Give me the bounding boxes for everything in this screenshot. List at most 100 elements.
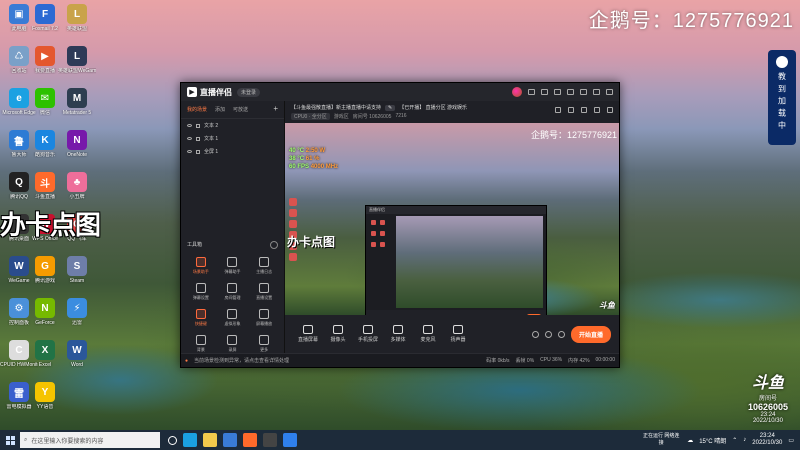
start-button[interactable] bbox=[0, 430, 20, 450]
preview-big-watermark: 办卡点图 bbox=[287, 235, 336, 249]
desktop-icon[interactable]: M Metatrader 5 bbox=[58, 88, 96, 116]
tab-add[interactable]: 添加 bbox=[215, 106, 225, 113]
settings-icon[interactable] bbox=[544, 330, 552, 338]
tool-item[interactable]: 场景助手 bbox=[185, 257, 217, 275]
weather[interactable]: 15°C 晴朗 bbox=[699, 436, 726, 445]
maximize-icon[interactable] bbox=[593, 89, 600, 95]
tool-item[interactable]: 弹幕设置 bbox=[185, 283, 217, 301]
task-view-icon[interactable] bbox=[168, 435, 177, 445]
stream-title[interactable]: 【斗鱼最强散直播】新主播直播中请支持 bbox=[291, 104, 381, 111]
tool-item[interactable]: 直播设置 bbox=[248, 283, 280, 301]
lock-icon[interactable] bbox=[196, 149, 200, 154]
gift-icon[interactable] bbox=[541, 89, 548, 95]
warning-icon: ● bbox=[185, 357, 189, 364]
desktop-icon[interactable]: L 英雄联盟 bbox=[58, 4, 96, 32]
speaker-button[interactable]: 扬声器 bbox=[443, 325, 473, 343]
toolbox-toggle-icon[interactable] bbox=[270, 241, 278, 249]
nested-app-preview: 直播伴侣 bbox=[365, 205, 547, 315]
desktop-icon[interactable]: ⚡ 迅雷 bbox=[58, 298, 96, 326]
category-badge[interactable]: CPU0 · 全分区 bbox=[291, 113, 330, 120]
speaker-icon bbox=[453, 325, 463, 334]
menu-icon[interactable] bbox=[567, 89, 574, 95]
scene-item[interactable]: 文本 2 bbox=[181, 119, 284, 132]
scene-item[interactable]: 文本 1 bbox=[181, 132, 284, 145]
message-icon[interactable] bbox=[528, 89, 535, 95]
cpu-usage: CPU 36% bbox=[540, 357, 563, 363]
control-right: 开始直播 bbox=[531, 325, 611, 343]
logo-date: 2022/10/30 bbox=[752, 418, 783, 424]
desktop-icon[interactable]: S Steam bbox=[58, 256, 96, 284]
tool-item[interactable]: 录屏 bbox=[217, 335, 249, 353]
side-badge[interactable]: 教 到 加 载 中 bbox=[768, 50, 796, 145]
file-explorer-icon[interactable] bbox=[203, 433, 217, 447]
login-badge[interactable]: 未登录 bbox=[237, 87, 261, 97]
desktop-icon[interactable]: N OneNote bbox=[58, 130, 96, 158]
stream-preview[interactable]: 企鹅号：1275776921 40 °C 2:50 W 38 °C 61 % 6… bbox=[285, 123, 619, 315]
clock[interactable]: 23:24 2022/10/30 bbox=[752, 433, 782, 447]
eye-icon[interactable] bbox=[187, 150, 192, 153]
side-badge-icon bbox=[776, 56, 788, 68]
tool-item[interactable]: 弹幕助手 bbox=[217, 257, 249, 275]
app-icon[interactable] bbox=[263, 433, 277, 447]
tab-my-scenes[interactable]: 我的场景 bbox=[187, 106, 207, 113]
share-icon[interactable] bbox=[607, 107, 613, 113]
stat-fps: 60 FPS bbox=[289, 164, 310, 170]
app-titlebar[interactable]: ▶ 直播伴侣 未登录 bbox=[181, 83, 619, 101]
desktop-icon[interactable]: ♣ 小丑牌 bbox=[58, 172, 96, 200]
add-scene-icon[interactable]: + bbox=[273, 105, 278, 113]
desktop-icon-label: YY语音 bbox=[36, 404, 54, 410]
scene-item[interactable]: 全屏 1 bbox=[181, 145, 284, 158]
bell-icon[interactable] bbox=[594, 107, 600, 113]
desktop-icon[interactable]: Y YY语音 bbox=[26, 382, 64, 410]
tool-item[interactable]: 快捷键 bbox=[185, 309, 217, 327]
camera-button[interactable]: 摄像头 bbox=[323, 325, 353, 343]
lock-icon[interactable] bbox=[196, 136, 200, 141]
lock-icon[interactable] bbox=[568, 107, 574, 113]
nested-tools bbox=[369, 218, 393, 308]
nested-title: 直播伴侣 bbox=[366, 206, 546, 214]
screen-capture-button[interactable]: 直播屏幕 bbox=[293, 325, 323, 343]
live-companion-window[interactable]: ▶ 直播伴侣 未登录 我的场景 添加 可放送 + 文本 2 文本 1 全屏 1 … bbox=[180, 82, 620, 368]
lock-icon[interactable] bbox=[196, 123, 200, 128]
tool-item[interactable]: 主播日志 bbox=[248, 257, 280, 275]
desktop-icon[interactable]: L 英雄联盟WeGame bbox=[58, 46, 96, 74]
eye-icon[interactable] bbox=[187, 137, 192, 140]
phone-cast-button[interactable]: 手机投屏 bbox=[353, 325, 383, 343]
tool-item[interactable]: 虚拟形象 bbox=[217, 309, 249, 327]
tool-item[interactable]: 屏幕播放 bbox=[248, 309, 280, 327]
shop-icon[interactable] bbox=[554, 89, 561, 95]
media-button[interactable]: 多媒体 bbox=[383, 325, 413, 343]
tool-item[interactable]: 房间管理 bbox=[217, 283, 249, 301]
stream-info-bar: 【斗鱼最强散直播】新主播直播中请支持 ✎ 【已开播】 直播分区 游戏娱乐 CPU… bbox=[285, 101, 619, 123]
side-badge-label: 教 到 加 载 中 bbox=[777, 72, 787, 130]
volume-icon[interactable]: ♪ bbox=[743, 437, 746, 443]
start-stream-button[interactable]: 开始直播 bbox=[570, 325, 611, 343]
gift-icon[interactable] bbox=[555, 107, 561, 113]
scene-label: 文本 2 bbox=[204, 123, 219, 129]
taskbar-search[interactable]: ⌕ 在这里输入你要搜索的内容 bbox=[20, 432, 160, 448]
desktop-icon[interactable]: W Word bbox=[58, 340, 96, 368]
network-icon[interactable]: ⌃ bbox=[732, 437, 737, 444]
notification-icon[interactable]: ▭ bbox=[788, 437, 794, 444]
copy-icon[interactable] bbox=[581, 107, 587, 113]
gear-icon[interactable] bbox=[557, 330, 565, 338]
room-label: 房间号 bbox=[758, 396, 777, 402]
desktop-icon-label: OneNote bbox=[66, 152, 87, 158]
tool-item[interactable]: 更多 bbox=[248, 335, 280, 353]
app-icon[interactable] bbox=[283, 433, 297, 447]
minimize-icon[interactable] bbox=[580, 89, 587, 95]
eye-icon[interactable] bbox=[187, 124, 192, 127]
microphone-button[interactable]: 麦克风 bbox=[413, 325, 443, 343]
edge-icon[interactable] bbox=[183, 433, 197, 447]
close-icon[interactable] bbox=[606, 89, 613, 95]
avatar[interactable] bbox=[512, 87, 522, 97]
douyu-icon[interactable] bbox=[243, 433, 257, 447]
status-warning[interactable]: 当前场景检测到异常，请点击查看详情处理 bbox=[194, 357, 289, 364]
record-icon[interactable] bbox=[531, 330, 539, 338]
edit-title-button[interactable]: ✎ bbox=[385, 104, 396, 111]
tool-icon bbox=[195, 335, 206, 345]
tool-item[interactable]: 背景 bbox=[185, 335, 217, 353]
store-icon[interactable] bbox=[223, 433, 237, 447]
scene-label: 文本 1 bbox=[204, 136, 219, 142]
tab-broadcast[interactable]: 可放送 bbox=[233, 106, 248, 113]
